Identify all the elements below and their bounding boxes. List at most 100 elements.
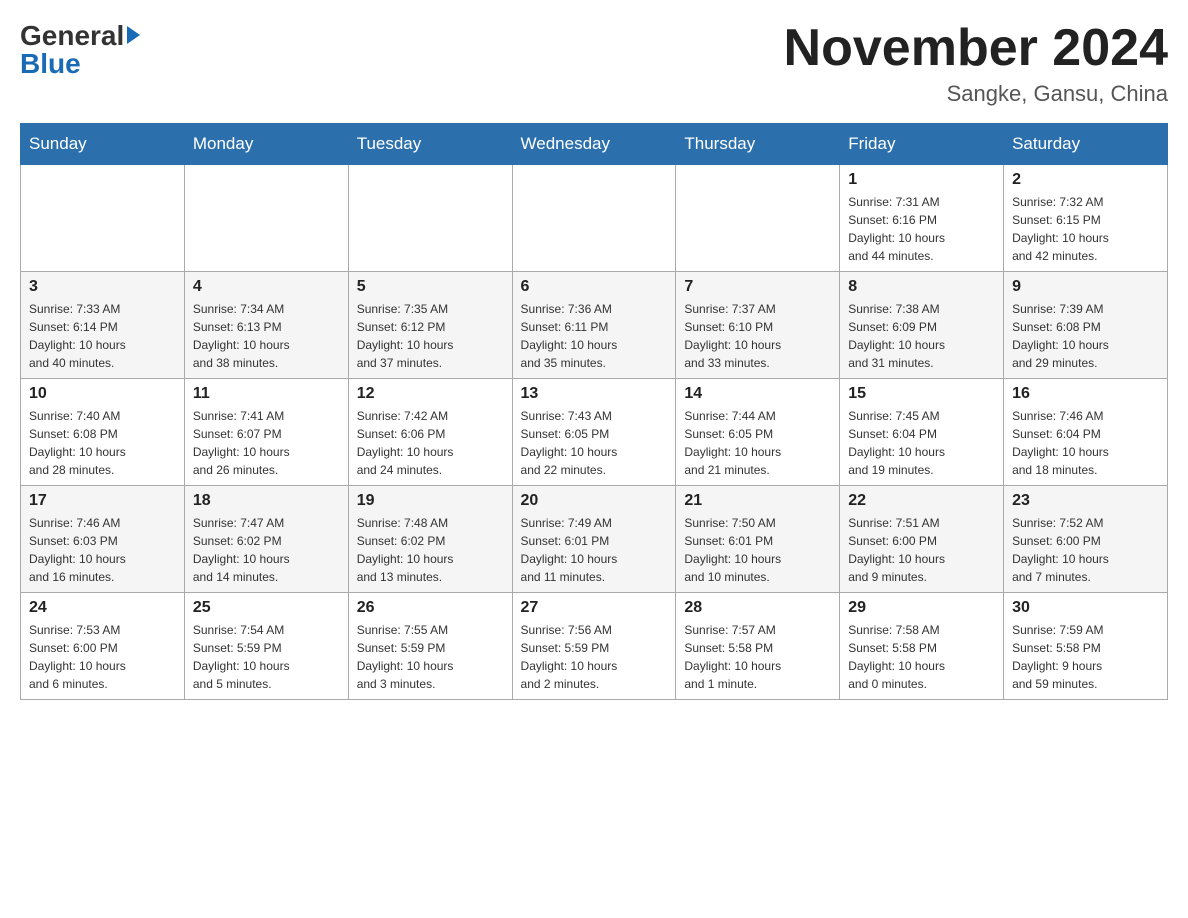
day-number: 3: [29, 278, 176, 296]
day-number: 2: [1012, 171, 1159, 189]
calendar-cell: 13 Sunrise: 7:43 AM Sunset: 6:05 PM Dayli…: [512, 379, 676, 486]
weekday-header-saturday: Saturday: [1004, 124, 1168, 165]
day-number: 6: [521, 278, 668, 296]
calendar-cell: 21 Sunrise: 7:50 AM Sunset: 6:01 PM Dayli…: [676, 486, 840, 593]
day-info: Sunrise: 7:58 AM Sunset: 5:58 PM Dayligh…: [848, 621, 995, 693]
day-info: Sunrise: 7:38 AM Sunset: 6:09 PM Dayligh…: [848, 300, 995, 372]
day-info: Sunrise: 7:42 AM Sunset: 6:06 PM Dayligh…: [357, 407, 504, 479]
day-number: 8: [848, 278, 995, 296]
day-info: Sunrise: 7:37 AM Sunset: 6:10 PM Dayligh…: [684, 300, 831, 372]
day-info: Sunrise: 7:46 AM Sunset: 6:04 PM Dayligh…: [1012, 407, 1159, 479]
day-number: 29: [848, 599, 995, 617]
day-info: Sunrise: 7:57 AM Sunset: 5:58 PM Dayligh…: [684, 621, 831, 693]
calendar-cell: 29 Sunrise: 7:58 AM Sunset: 5:58 PM Dayli…: [840, 593, 1004, 700]
calendar-cell: 22 Sunrise: 7:51 AM Sunset: 6:00 PM Dayli…: [840, 486, 1004, 593]
day-info: Sunrise: 7:54 AM Sunset: 5:59 PM Dayligh…: [193, 621, 340, 693]
calendar-cell: [348, 165, 512, 272]
day-info: Sunrise: 7:55 AM Sunset: 5:59 PM Dayligh…: [357, 621, 504, 693]
day-number: 13: [521, 385, 668, 403]
day-info: Sunrise: 7:31 AM Sunset: 6:16 PM Dayligh…: [848, 193, 995, 265]
day-number: 15: [848, 385, 995, 403]
calendar-cell: [512, 165, 676, 272]
day-number: 7: [684, 278, 831, 296]
calendar-cell: 15 Sunrise: 7:45 AM Sunset: 6:04 PM Dayli…: [840, 379, 1004, 486]
page-header: General Blue November 2024 Sangke, Gansu…: [20, 20, 1168, 107]
calendar-cell: 11Sunrise: 7:41 AM Sunset: 6:07 PM Dayli…: [184, 379, 348, 486]
day-number: 14: [684, 385, 831, 403]
calendar-cell: 26 Sunrise: 7:55 AM Sunset: 5:59 PM Dayli…: [348, 593, 512, 700]
day-number: 1: [848, 171, 995, 189]
calendar-cell: 9 Sunrise: 7:39 AM Sunset: 6:08 PM Daylig…: [1004, 272, 1168, 379]
day-number: 17: [29, 492, 176, 510]
weekday-header-monday: Monday: [184, 124, 348, 165]
day-number: 28: [684, 599, 831, 617]
calendar-cell: 14 Sunrise: 7:44 AM Sunset: 6:05 PM Dayli…: [676, 379, 840, 486]
calendar-cell: 10 Sunrise: 7:40 AM Sunset: 6:08 PM Dayli…: [21, 379, 185, 486]
title-area: November 2024 Sangke, Gansu, China: [784, 20, 1168, 107]
calendar-cell: 12 Sunrise: 7:42 AM Sunset: 6:06 PM Dayli…: [348, 379, 512, 486]
day-number: 18: [193, 492, 340, 510]
calendar-cell: [676, 165, 840, 272]
day-info: Sunrise: 7:36 AM Sunset: 6:11 PM Dayligh…: [521, 300, 668, 372]
logo: General Blue: [20, 20, 140, 80]
day-info: Sunrise: 7:35 AM Sunset: 6:12 PM Dayligh…: [357, 300, 504, 372]
calendar-cell: 6 Sunrise: 7:36 AM Sunset: 6:11 PM Daylig…: [512, 272, 676, 379]
month-title: November 2024: [784, 20, 1168, 77]
day-info: Sunrise: 7:53 AM Sunset: 6:00 PM Dayligh…: [29, 621, 176, 693]
calendar-cell: 7 Sunrise: 7:37 AM Sunset: 6:10 PM Daylig…: [676, 272, 840, 379]
calendar-cell: 8 Sunrise: 7:38 AM Sunset: 6:09 PM Daylig…: [840, 272, 1004, 379]
day-number: 25: [193, 599, 340, 617]
calendar-cell: 17 Sunrise: 7:46 AM Sunset: 6:03 PM Dayli…: [21, 486, 185, 593]
day-number: 30: [1012, 599, 1159, 617]
weekday-header-sunday: Sunday: [21, 124, 185, 165]
day-number: 24: [29, 599, 176, 617]
day-info: Sunrise: 7:43 AM Sunset: 6:05 PM Dayligh…: [521, 407, 668, 479]
weekday-header-wednesday: Wednesday: [512, 124, 676, 165]
calendar-cell: 28 Sunrise: 7:57 AM Sunset: 5:58 PM Dayli…: [676, 593, 840, 700]
day-info: Sunrise: 7:46 AM Sunset: 6:03 PM Dayligh…: [29, 514, 176, 586]
week-row-3: 10 Sunrise: 7:40 AM Sunset: 6:08 PM Dayli…: [21, 379, 1168, 486]
day-number: 4: [193, 278, 340, 296]
day-info: Sunrise: 7:49 AM Sunset: 6:01 PM Dayligh…: [521, 514, 668, 586]
calendar-cell: 4 Sunrise: 7:34 AM Sunset: 6:13 PM Daylig…: [184, 272, 348, 379]
day-info: Sunrise: 7:33 AM Sunset: 6:14 PM Dayligh…: [29, 300, 176, 372]
day-number: 21: [684, 492, 831, 510]
day-info: Sunrise: 7:44 AM Sunset: 6:05 PM Dayligh…: [684, 407, 831, 479]
day-number: 11: [193, 385, 340, 403]
day-info: Sunrise: 7:52 AM Sunset: 6:00 PM Dayligh…: [1012, 514, 1159, 586]
day-number: 16: [1012, 385, 1159, 403]
day-number: 22: [848, 492, 995, 510]
calendar-cell: 27Sunrise: 7:56 AM Sunset: 5:59 PM Dayli…: [512, 593, 676, 700]
calendar-cell: 24 Sunrise: 7:53 AM Sunset: 6:00 PM Dayli…: [21, 593, 185, 700]
calendar-cell: [21, 165, 185, 272]
day-info: Sunrise: 7:51 AM Sunset: 6:00 PM Dayligh…: [848, 514, 995, 586]
day-number: 12: [357, 385, 504, 403]
day-number: 26: [357, 599, 504, 617]
day-number: 5: [357, 278, 504, 296]
calendar-cell: 23Sunrise: 7:52 AM Sunset: 6:00 PM Dayli…: [1004, 486, 1168, 593]
day-number: 10: [29, 385, 176, 403]
weekday-header-row: SundayMondayTuesdayWednesdayThursdayFrid…: [21, 124, 1168, 165]
day-number: 9: [1012, 278, 1159, 296]
calendar-cell: 5 Sunrise: 7:35 AM Sunset: 6:12 PM Daylig…: [348, 272, 512, 379]
weekday-header-thursday: Thursday: [676, 124, 840, 165]
day-info: Sunrise: 7:48 AM Sunset: 6:02 PM Dayligh…: [357, 514, 504, 586]
logo-arrow-icon: [127, 26, 140, 44]
day-info: Sunrise: 7:45 AM Sunset: 6:04 PM Dayligh…: [848, 407, 995, 479]
week-row-2: 3 Sunrise: 7:33 AM Sunset: 6:14 PM Daylig…: [21, 272, 1168, 379]
calendar-cell: 18Sunrise: 7:47 AM Sunset: 6:02 PM Dayli…: [184, 486, 348, 593]
logo-blue-text: Blue: [20, 48, 140, 80]
calendar-cell: 1 Sunrise: 7:31 AM Sunset: 6:16 PM Daylig…: [840, 165, 1004, 272]
calendar-cell: 30 Sunrise: 7:59 AM Sunset: 5:58 PM Dayli…: [1004, 593, 1168, 700]
calendar-cell: 3 Sunrise: 7:33 AM Sunset: 6:14 PM Daylig…: [21, 272, 185, 379]
calendar-cell: 25 Sunrise: 7:54 AM Sunset: 5:59 PM Dayli…: [184, 593, 348, 700]
day-info: Sunrise: 7:59 AM Sunset: 5:58 PM Dayligh…: [1012, 621, 1159, 693]
day-info: Sunrise: 7:34 AM Sunset: 6:13 PM Dayligh…: [193, 300, 340, 372]
calendar-cell: 20Sunrise: 7:49 AM Sunset: 6:01 PM Dayli…: [512, 486, 676, 593]
weekday-header-friday: Friday: [840, 124, 1004, 165]
location-title: Sangke, Gansu, China: [784, 81, 1168, 107]
day-info: Sunrise: 7:39 AM Sunset: 6:08 PM Dayligh…: [1012, 300, 1159, 372]
day-number: 27: [521, 599, 668, 617]
day-info: Sunrise: 7:50 AM Sunset: 6:01 PM Dayligh…: [684, 514, 831, 586]
day-info: Sunrise: 7:40 AM Sunset: 6:08 PM Dayligh…: [29, 407, 176, 479]
